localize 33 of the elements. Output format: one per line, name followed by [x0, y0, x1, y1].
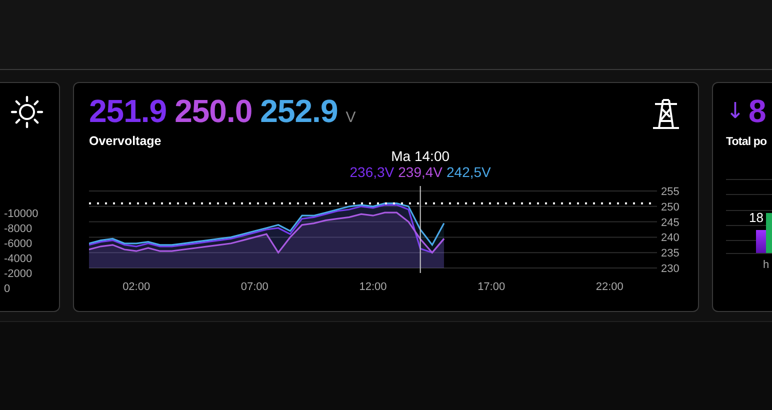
voltage-reading: 251.9	[89, 93, 167, 130]
tooltip-value: 242,5V	[446, 164, 491, 180]
axis-label: 22:00	[596, 281, 624, 293]
axis-label: 12:00	[359, 281, 387, 293]
axis-label: 02:00	[122, 281, 150, 293]
axis-label: -6000	[4, 237, 34, 252]
power-tower-icon	[652, 99, 680, 129]
tooltip-title: Ma 14:00	[391, 148, 450, 164]
down-arrow: ↓	[726, 98, 744, 126]
voltage-reading: 250.0	[174, 93, 252, 130]
axis-label: -8000	[4, 222, 34, 237]
voltage-reading: 252.9	[260, 93, 338, 130]
axis-label: -2000	[4, 267, 34, 282]
axis-label: 240	[661, 232, 680, 244]
axis-label: 07:00	[240, 281, 268, 293]
axis-label: 230	[661, 263, 680, 275]
card-title: Overvoltage	[89, 134, 162, 148]
tooltip-value: 239,4V	[398, 164, 443, 180]
axis-label: 255	[661, 186, 680, 198]
axis-label: 250	[661, 201, 680, 214]
axis-label: 0	[4, 282, 12, 297]
bar-label: 18	[749, 210, 764, 225]
power-reading: 8	[748, 93, 766, 130]
sun-icon	[10, 95, 44, 129]
card-title: Total po	[726, 136, 767, 148]
axis-label: h	[763, 259, 770, 271]
axis-label: 235	[661, 248, 680, 260]
tooltip-value: 236,3V	[350, 164, 394, 180]
axis-label: -10000	[4, 207, 40, 222]
axis-label: 17:00	[478, 281, 506, 293]
axis-label: -4000	[4, 252, 34, 267]
unit-label: V	[346, 109, 356, 126]
axis-label: 245	[661, 216, 680, 229]
